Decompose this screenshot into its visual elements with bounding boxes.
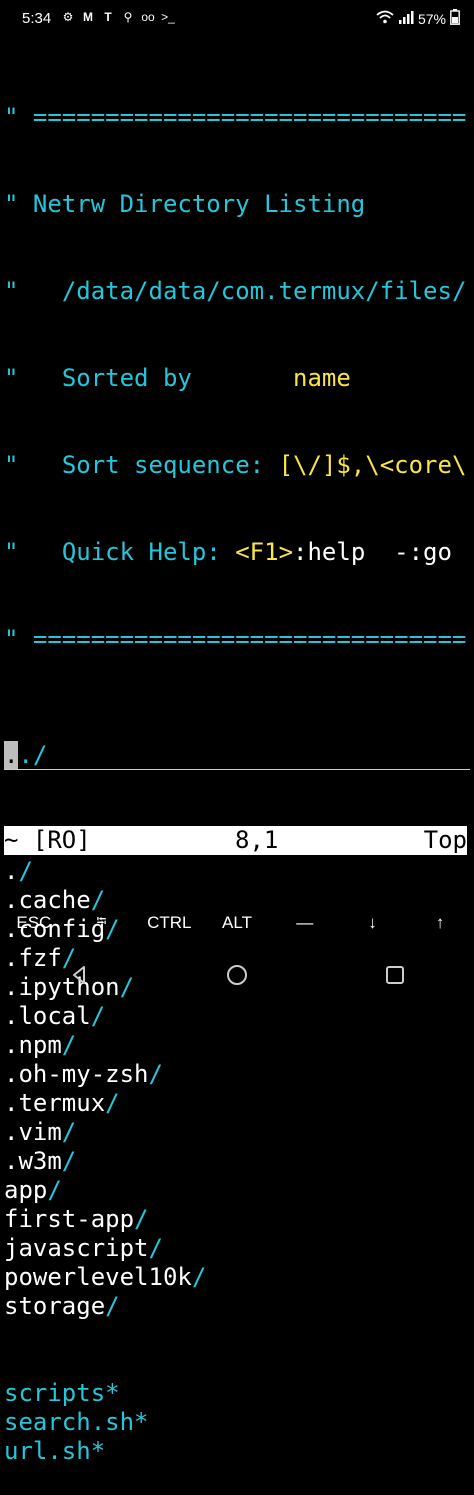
entry-suffix: / (90, 1002, 106, 1030)
alt-key[interactable]: ALT (203, 913, 271, 933)
sort-sequence-value: [\/]$,\<core\ (278, 451, 467, 479)
header-sort-sequence-line: " Sort sequence: [\/]$,\<core\ (4, 451, 467, 479)
back-icon (73, 966, 85, 984)
entry-name: .w3m (4, 1147, 62, 1175)
dash-key[interactable]: — (271, 913, 339, 933)
entry-suffix: / (148, 1060, 163, 1088)
navigation-bar (0, 950, 474, 1000)
header-title-line: " Netrw Directory Listing (4, 190, 366, 218)
sort-sequence-label: Sort sequence: (61, 451, 265, 479)
tab-key[interactable]: ⭾ (68, 912, 136, 934)
status-left-icons: ⚙ M T ⚲ oo >_ (60, 9, 176, 25)
entry-name: . (4, 857, 19, 885)
directory-entry[interactable]: .termux/ (4, 1089, 470, 1118)
quick-help-key: <F1> (235, 538, 294, 566)
entry-suffix: / (61, 1031, 77, 1059)
scroll-position: Top (423, 826, 467, 854)
recents-icon (386, 966, 404, 984)
entry-name: .npm (4, 1031, 62, 1059)
home-button[interactable] (217, 955, 257, 995)
directory-entry[interactable]: powerlevel10k/ (4, 1263, 470, 1292)
executable-entry[interactable]: scripts* (4, 1379, 470, 1408)
executable-entry[interactable]: search.sh* (4, 1408, 470, 1437)
ctrl-key[interactable]: CTRL (135, 913, 203, 933)
directory-entry[interactable]: .oh-my-zsh/ (4, 1060, 470, 1089)
directory-entry[interactable]: ./ (4, 857, 470, 886)
entry-suffix: / (134, 1205, 149, 1233)
directory-entry[interactable]: javascript/ (4, 1234, 470, 1263)
tmobile-icon: T (104, 10, 112, 24)
directory-entry[interactable]: storage/ (4, 1292, 470, 1321)
entry-suffix: / (18, 857, 33, 885)
status-right-icons: 57% (376, 9, 460, 29)
entry-name: javascript (4, 1234, 149, 1262)
recents-button[interactable] (375, 955, 415, 995)
battery-icon (450, 9, 460, 29)
quick-help-label: Quick Help: (61, 538, 221, 566)
status-time: 5:34 (22, 10, 52, 27)
directory-entry[interactable]: first-app/ (4, 1205, 470, 1234)
gear-icon: ⚙ (62, 10, 74, 24)
vim-status-line: ~ [RO] 8,1 Top (4, 826, 467, 855)
header-separator-top: " ============================== (4, 103, 467, 131)
gmail-icon: M (83, 10, 93, 24)
sorted-by-value: name (293, 364, 351, 392)
location-icon: ⚲ (123, 10, 133, 24)
executable-listing: scripts* search.sh* url.sh* (4, 1379, 470, 1466)
entry-suffix: / (61, 1118, 77, 1146)
extra-keys-row: ESC ⭾ CTRL ALT — ↓ ↑ (0, 900, 474, 946)
battery-percent: 57% (417, 11, 446, 27)
entry-suffix: / (61, 1147, 77, 1175)
wifi-icon (376, 10, 394, 28)
entry-name: powerlevel10k (4, 1263, 192, 1291)
entry-name: storage (4, 1292, 106, 1320)
list-item-parent-dir[interactable]: ../ (4, 741, 470, 770)
back-button[interactable] (59, 955, 99, 995)
entry-name: .local (4, 1002, 91, 1030)
header-path-line: " /data/data/com.termux/files/ (4, 277, 467, 305)
up-arrow-key[interactable]: ↑ (406, 913, 474, 933)
entry-name: first-app (4, 1205, 135, 1233)
sorted-by-label: Sorted by (61, 364, 192, 392)
header-separator-bottom: " ============================== (4, 625, 467, 653)
directory-entry[interactable]: .w3m/ (4, 1147, 470, 1176)
home-icon (227, 965, 247, 985)
header-sorted-line: " Sorted by name (4, 364, 351, 392)
entry-name: app (4, 1176, 48, 1204)
executable-entry[interactable]: url.sh* (4, 1437, 470, 1466)
cursor-position: 8,1 (235, 826, 279, 854)
directory-entry[interactable]: app/ (4, 1176, 470, 1205)
signal-icon (398, 10, 414, 28)
text-cursor: . (4, 741, 19, 769)
entry-suffix: / (105, 1089, 120, 1117)
terminal-prompt-icon: >_ (161, 10, 175, 24)
file-flags: ~ [RO] (4, 826, 91, 854)
header-path: /data/data/com.termux/files/ (61, 277, 467, 305)
esc-key[interactable]: ESC (0, 913, 68, 933)
status-bar: 5:34 ⚙ M T ⚲ oo >_ 57% (0, 0, 474, 40)
directory-entry[interactable]: .vim/ (4, 1118, 470, 1147)
entry-suffix: / (47, 1176, 62, 1204)
entry-name: .vim (4, 1118, 62, 1146)
header-quick-help-line: " Quick Help: <F1>:help -:go (4, 538, 452, 566)
quick-help-rest: :help -:go (293, 538, 452, 566)
entry-name: .termux (4, 1089, 106, 1117)
voicemail-icon: oo (141, 10, 155, 24)
entry-suffix: / (191, 1263, 207, 1291)
terminal-buffer[interactable]: " ============================== " Netrw… (4, 45, 470, 1495)
entry-suffix: / (148, 1234, 163, 1262)
directory-entry[interactable]: .npm/ (4, 1031, 470, 1060)
down-arrow-key[interactable]: ↓ (339, 913, 407, 933)
entry-suffix: / (105, 1292, 120, 1320)
directory-entry[interactable]: .local/ (4, 1002, 470, 1031)
entry-name: .oh-my-zsh (4, 1060, 149, 1088)
header-title: Netrw Directory Listing (32, 190, 366, 218)
